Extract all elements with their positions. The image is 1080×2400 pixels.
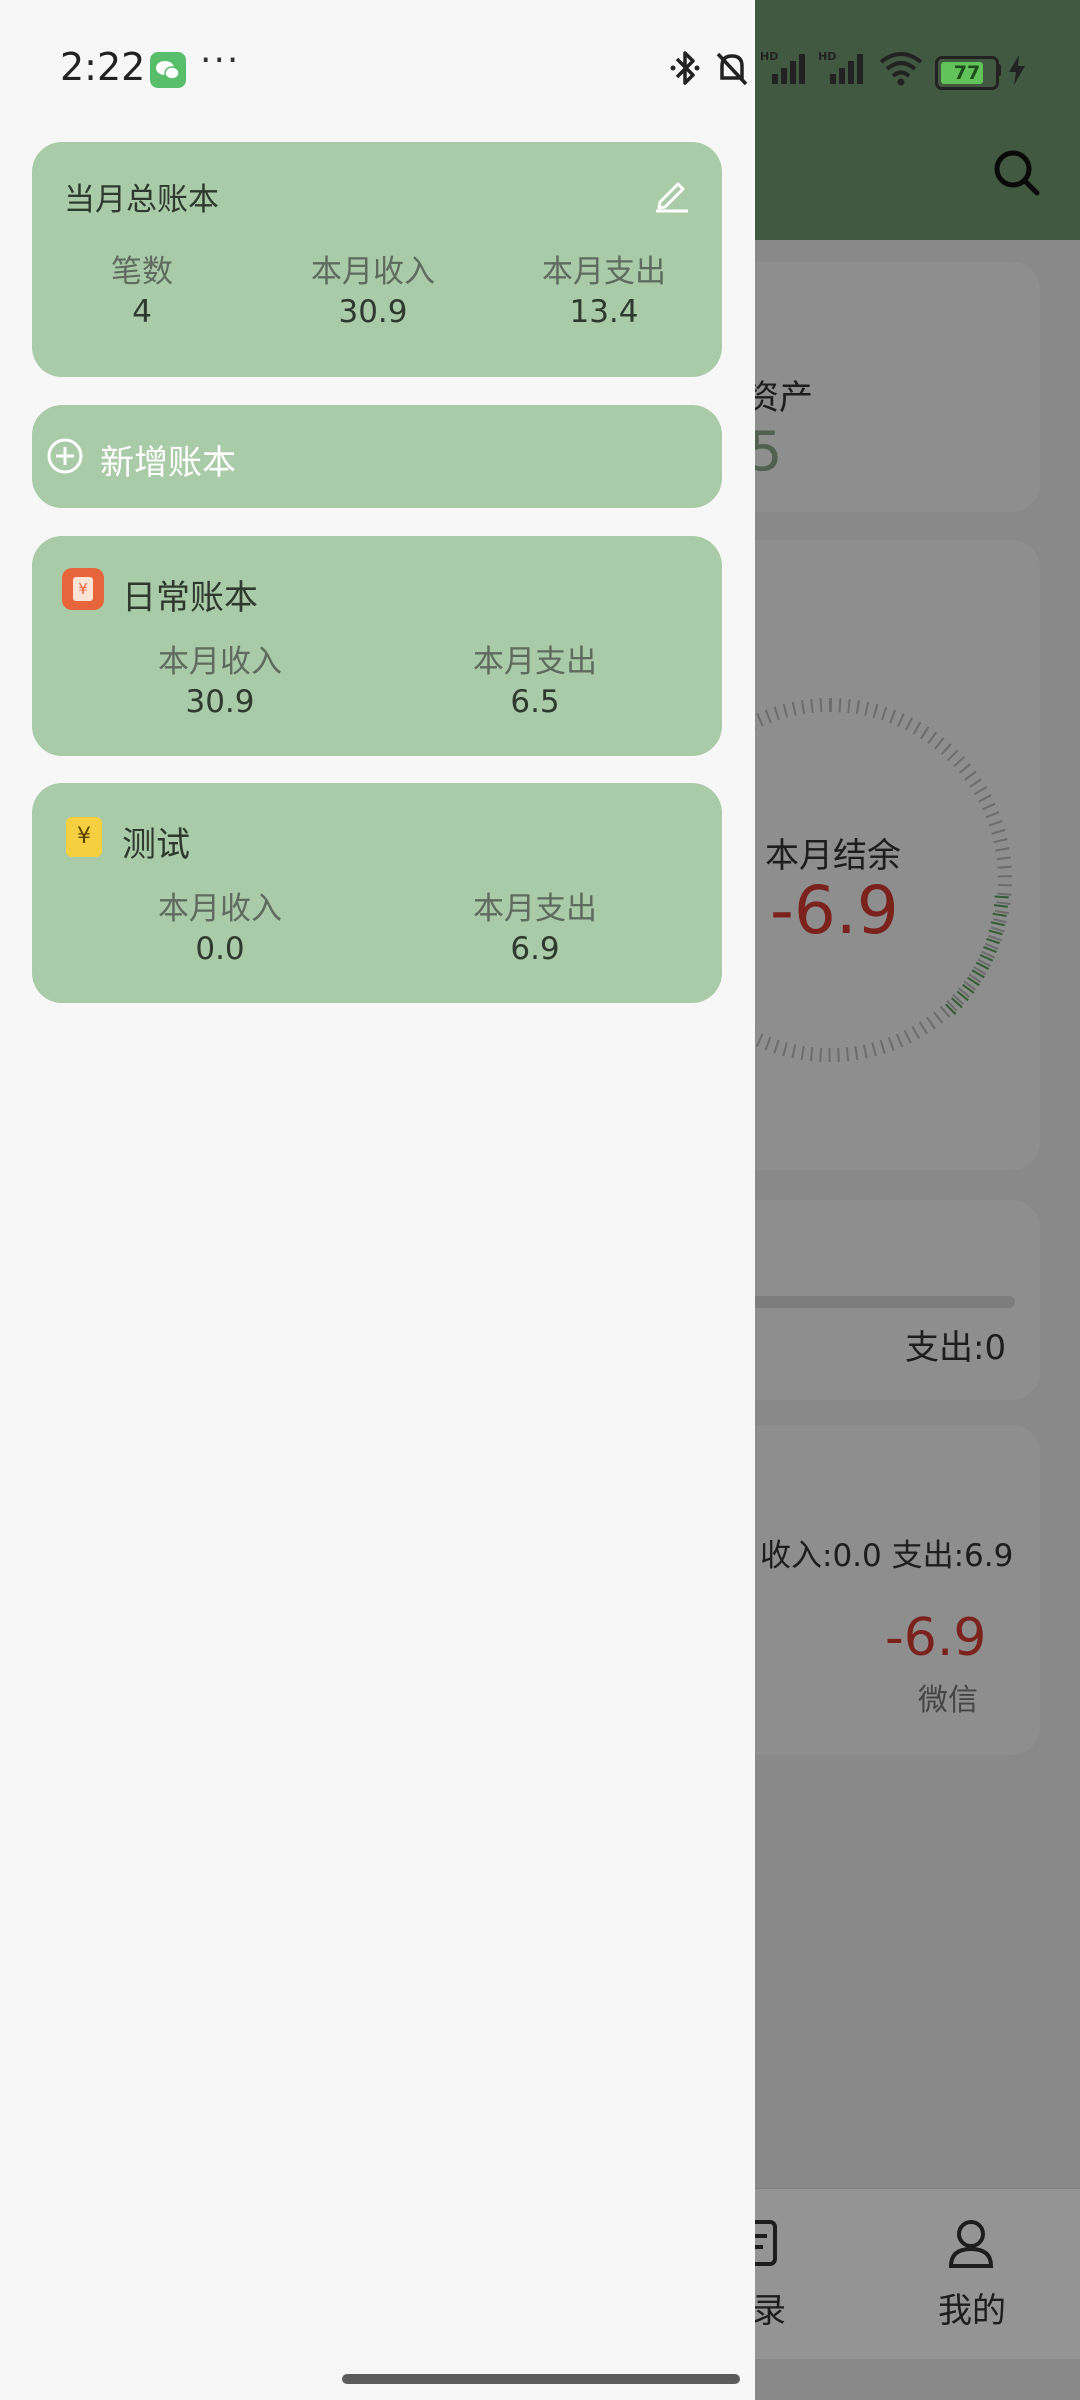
status-bar: 2:22 ··· HD HD 77	[0, 0, 1080, 140]
book-income: 本月收入 0.0	[110, 889, 330, 969]
book-card-daily[interactable]: ¥ 日常账本 本月收入 30.9 本月支出 6.5	[32, 536, 722, 756]
status-time: 2:22	[60, 45, 146, 89]
stat-value: 13.4	[569, 294, 639, 330]
battery-icon: 77	[935, 56, 999, 90]
book-expense: 本月支出 6.9	[425, 889, 645, 969]
book-name: 日常账本	[122, 578, 258, 618]
income-value: 0.0	[195, 931, 245, 967]
cellular-signal-2-icon: HD	[818, 50, 863, 84]
yuan-icon: ¥	[66, 817, 102, 857]
home-indicator[interactable]	[342, 2374, 740, 2384]
cellular-signal-1-icon: HD	[760, 50, 805, 84]
expense-label: 本月支出	[473, 891, 597, 927]
stat-label: 本月收入	[311, 254, 435, 290]
monthly-summary-card: 当月总账本 笔数 4 本月收入 30.9 本月支出 13.4	[32, 142, 722, 377]
battery-level: 77	[953, 62, 981, 84]
add-book-label: 新增账本	[100, 443, 236, 483]
summary-stat-count: 笔数 4	[32, 252, 252, 332]
silent-bell-icon	[716, 52, 748, 86]
summary-title: 当月总账本	[64, 182, 219, 218]
add-circle-icon	[47, 438, 83, 474]
stat-label: 笔数	[111, 254, 173, 290]
more-notifications-icon: ···	[200, 40, 241, 81]
svg-text:HD: HD	[818, 50, 836, 63]
svg-text:HD: HD	[760, 50, 778, 63]
income-label: 本月收入	[158, 644, 282, 680]
book-expense: 本月支出 6.5	[425, 642, 645, 722]
book-income: 本月收入 30.9	[110, 642, 330, 722]
add-book-button[interactable]: 新增账本	[32, 405, 722, 508]
summary-stat-income: 本月收入 30.9	[263, 252, 483, 332]
bluetooth-icon	[670, 51, 700, 85]
summary-stat-expense: 本月支出 13.4	[494, 252, 714, 332]
edit-icon[interactable]	[652, 174, 692, 214]
stat-label: 本月支出	[542, 254, 666, 290]
expense-value: 6.9	[510, 931, 560, 967]
wechat-notification-icon	[150, 52, 186, 88]
stat-value: 4	[132, 294, 152, 330]
income-value: 30.9	[185, 684, 255, 720]
expense-value: 6.5	[510, 684, 560, 720]
daily-book-icon: ¥	[62, 568, 104, 610]
expense-label: 本月支出	[473, 644, 597, 680]
battery-tip	[996, 64, 1001, 76]
charging-icon	[1009, 55, 1025, 85]
income-label: 本月收入	[158, 891, 282, 927]
book-name: 测试	[122, 825, 190, 865]
stat-value: 30.9	[338, 294, 408, 330]
daily-book-icon-inner: ¥	[73, 577, 93, 601]
ledger-drawer: 当月总账本 笔数 4 本月收入 30.9 本月支出 13.4 新增账本 ¥ 日常…	[0, 0, 755, 2400]
wifi-icon	[879, 52, 923, 86]
book-card-test[interactable]: ¥ 测试 本月收入 0.0 本月支出 6.9	[32, 783, 722, 1003]
